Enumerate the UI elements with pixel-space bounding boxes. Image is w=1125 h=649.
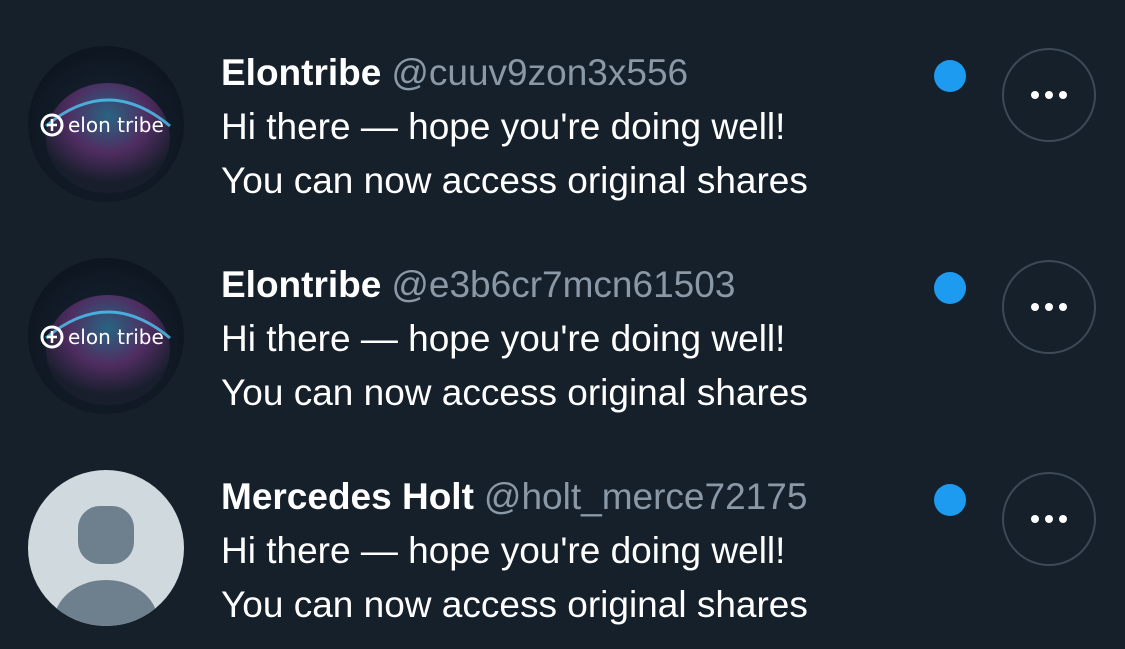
more-options-button[interactable] [1002, 48, 1096, 142]
more-options-button[interactable] [1002, 472, 1096, 566]
avatar[interactable]: elon tribe [28, 46, 184, 202]
user-handle: @holt_merce72175 [483, 476, 808, 517]
message-preview-line2: You can now access original shares [221, 584, 808, 625]
svg-text:elon tribe: elon tribe [68, 113, 164, 137]
conversation-item[interactable]: elon tribe Elontribe @e3b6cr7mcn61503 Hi … [0, 240, 1125, 440]
conversation-item[interactable]: elon tribe Elontribe @cuuv9zon3x556 Hi th… [0, 28, 1125, 228]
conversation-text: Elontribe @e3b6cr7mcn61503 Hi there — hop… [221, 258, 941, 420]
svg-text:elon tribe: elon tribe [68, 325, 164, 349]
ellipsis-icon [1031, 303, 1067, 311]
user-handle: @cuuv9zon3x556 [391, 52, 689, 93]
message-preview-line1: Hi there — hope you're doing well! [221, 530, 786, 571]
elon-tribe-logo-icon: elon tribe [28, 46, 184, 202]
message-preview-line2: You can now access original shares [221, 160, 808, 201]
user-handle: @e3b6cr7mcn61503 [391, 264, 736, 305]
unread-dot-icon [934, 60, 966, 92]
unread-dot-icon [934, 272, 966, 304]
ellipsis-icon [1031, 515, 1067, 523]
ellipsis-icon [1031, 91, 1067, 99]
more-options-button[interactable] [1002, 260, 1096, 354]
message-preview-line1: Hi there — hope you're doing well! [221, 106, 786, 147]
conversation-list: elon tribe Elontribe @cuuv9zon3x556 Hi th… [0, 0, 1125, 649]
default-avatar-icon [28, 470, 184, 626]
display-name: Mercedes Holt [221, 476, 474, 517]
message-preview-line2: You can now access original shares [221, 372, 808, 413]
display-name: Elontribe [221, 52, 382, 93]
conversation-text: Elontribe @cuuv9zon3x556 Hi there — hope … [221, 46, 941, 208]
conversation-item[interactable]: Mercedes Holt @holt_merce72175 Hi there —… [0, 452, 1125, 649]
elon-tribe-logo-icon: elon tribe [28, 258, 184, 414]
unread-dot-icon [934, 484, 966, 516]
display-name: Elontribe [221, 264, 382, 305]
avatar[interactable]: elon tribe [28, 258, 184, 414]
avatar[interactable] [28, 470, 184, 626]
message-preview-line1: Hi there — hope you're doing well! [221, 318, 786, 359]
conversation-text: Mercedes Holt @holt_merce72175 Hi there —… [221, 470, 941, 632]
